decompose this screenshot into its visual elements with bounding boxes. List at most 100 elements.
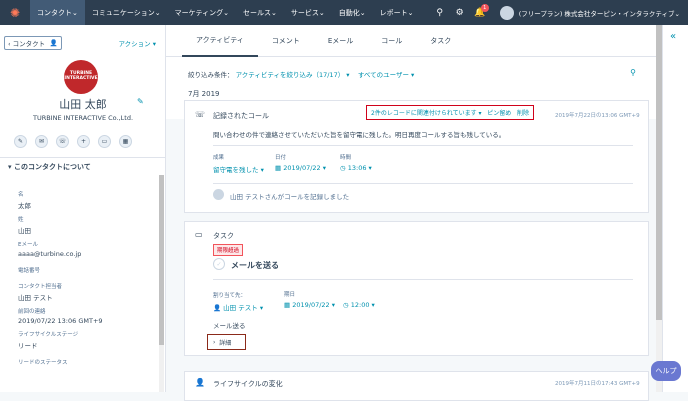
- property-value[interactable]: リード: [18, 340, 158, 350]
- sidebar-scroll-thumb[interactable]: [159, 175, 164, 345]
- property-label: リードのステータス: [18, 360, 68, 366]
- date-label: 日付: [275, 155, 287, 161]
- assignee-label: 割り当て先：: [213, 293, 247, 299]
- quick-actions: ✎ ✉ ☏ + ▭ ▦: [14, 135, 132, 148]
- task-icon: ▭: [195, 230, 203, 239]
- details-toggle[interactable]: › 詳細: [207, 334, 246, 350]
- property-value[interactable]: 山田 テスト: [18, 292, 158, 302]
- property-label: ライフサイクルステージ: [18, 332, 79, 338]
- lifecycle-activity-card: 👤 ライフサイクルの変化 2019年7月11日の17:43 GMT+9: [184, 371, 649, 401]
- contact-sidebar: ‹ コンタクト 👤 アクション ▾ TURBINE INTERACTIVE 山田…: [0, 25, 166, 392]
- contact-properties: 名 太郎 姓 山田 Eメール aaaa@turbine.co.jp 電話番号 コ…: [18, 185, 158, 366]
- overdue-badge: 期限超過: [213, 244, 244, 256]
- avatar: [213, 189, 224, 200]
- lifecycle-timestamp: 2019年7月11日の17:43 GMT+9: [555, 381, 640, 387]
- property-value[interactable]: aaaa@turbine.co.jp: [18, 250, 158, 258]
- divider: [213, 279, 633, 280]
- company-logo: TURBINE INTERACTIVE: [64, 60, 98, 94]
- outcome-dropdown[interactable]: 留守電を残した ▾: [213, 164, 264, 174]
- nav-contacts[interactable]: コンタクト ⌄: [30, 0, 85, 25]
- property-label: コンタクト担当者: [18, 284, 63, 290]
- person-icon: 👤: [49, 39, 58, 47]
- divider: [213, 183, 633, 184]
- plus-icon[interactable]: +: [77, 135, 90, 148]
- call-timestamp: 2019年7月22日の13:06 GMT+9: [555, 113, 640, 119]
- top-navigation: ✺ コンタクト ⌄ コミュニケーション ⌄ マーケティング ⌄ セールス ⌄ サービス ⌄…: [0, 0, 688, 25]
- hubspot-logo-icon[interactable]: ✺: [0, 0, 30, 25]
- assignee-dropdown[interactable]: 👤 山田 テスト ▾: [213, 302, 263, 312]
- due-date-picker[interactable]: ▦ 2019/07/22 ▾: [284, 301, 335, 309]
- account-menu[interactable]: (フリープラン) 株式会社ターピン・インタラクティブ⌄: [519, 8, 688, 18]
- call-title: 記録されたコール: [213, 112, 269, 120]
- sidebar-scrollbar[interactable]: [159, 175, 164, 392]
- call-footer: 山田 テストさんがコールを記録しました: [230, 193, 350, 201]
- gear-icon[interactable]: ⚙: [450, 8, 470, 18]
- property-label: 姓: [18, 217, 24, 223]
- call-body[interactable]: 問い合わせの件で連絡させていただいた旨を留守電に残した。明日再度コールする旨も残…: [213, 129, 505, 139]
- date-picker[interactable]: ▦ 2019/07/22 ▾: [275, 164, 326, 172]
- complete-checkbox[interactable]: ✓: [213, 258, 225, 270]
- associations-dropdown[interactable]: 2件のレコードに関連付けられています ▾: [371, 108, 482, 117]
- activity-tabs: アクティビティ コメント Eメール コール タスク: [166, 25, 656, 57]
- nav-communication[interactable]: コミュニケーション ⌄: [85, 0, 168, 25]
- pin-button[interactable]: ピン留め: [487, 108, 511, 117]
- nav-automation[interactable]: 自動化 ⌄: [332, 0, 373, 25]
- property-label: 名: [18, 192, 24, 198]
- email-icon[interactable]: ✉: [35, 135, 48, 148]
- time-picker[interactable]: ◷ 13:06 ▾: [340, 164, 372, 172]
- time-label: 時間: [340, 155, 352, 161]
- call-activity-card: ☏ 記録されたコール 2件のレコードに関連付けられています ▾ ピン留め 削除 …: [184, 100, 649, 213]
- phone-icon[interactable]: ☏: [56, 135, 69, 148]
- filter-label: 絞り込み条件： アクティビティを絞り込み（17/17） ▾ すべてのユーザー ▾: [188, 71, 415, 79]
- nav-menu: コンタクト ⌄ コミュニケーション ⌄ マーケティング ⌄ セールス ⌄ サービス ⌄ 自…: [30, 0, 420, 25]
- nav-service[interactable]: サービス ⌄: [284, 0, 332, 25]
- person-icon: 👤: [195, 378, 205, 387]
- actions-dropdown[interactable]: アクション ▾: [118, 38, 156, 48]
- help-button[interactable]: ヘルプ: [651, 361, 681, 381]
- user-avatar[interactable]: [499, 5, 514, 20]
- month-heading: 7月 2019: [188, 90, 220, 98]
- lifecycle-title: ライフサイクルの変化: [213, 380, 283, 388]
- nav-reports[interactable]: レポート ⌄: [373, 0, 421, 25]
- back-to-contacts-button[interactable]: ‹ コンタクト 👤: [4, 36, 62, 50]
- right-sidebar-collapsed: «: [662, 25, 688, 392]
- outcome-label: 成果: [213, 155, 225, 161]
- property-label: 前回の連絡: [18, 309, 46, 315]
- tab-activity[interactable]: アクティビティ: [182, 25, 258, 57]
- pencil-icon[interactable]: ✎: [137, 97, 144, 106]
- bell-icon[interactable]: 🔔 1: [470, 3, 490, 18]
- phone-icon: ☏: [195, 110, 206, 119]
- property-value[interactable]: 太郎: [18, 200, 158, 210]
- task-activity-card: ▭ タスク 期限超過 ✓ メールを送る 割り当て先： 👤 山田 テスト ▾ 期日…: [184, 221, 649, 356]
- delete-button[interactable]: 削除: [517, 108, 529, 117]
- task-note[interactable]: メール送る: [213, 320, 246, 330]
- notification-badge: 1: [480, 3, 489, 12]
- task-name[interactable]: メールを送る: [231, 260, 279, 271]
- calendar-icon[interactable]: ▦: [119, 135, 132, 148]
- property-value[interactable]: 2019/07/22 13:06 GMT+9: [18, 317, 158, 325]
- note-icon[interactable]: ✎: [14, 135, 27, 148]
- task-icon[interactable]: ▭: [98, 135, 111, 148]
- about-section-header[interactable]: ▾ このコンタクトについて: [0, 157, 165, 175]
- call-actions-highlight: 2件のレコードに関連付けられています ▾ ピン留め 削除: [366, 105, 535, 120]
- property-value[interactable]: 山田: [18, 225, 158, 235]
- nav-right: ⚲ ⚙ 🔔 1 (フリープラン) 株式会社ターピン・インタラクティブ⌄: [430, 0, 688, 25]
- company-name: TURBINE INTERACTIVE Co.,Ltd.: [32, 114, 134, 122]
- task-title: タスク: [213, 232, 234, 240]
- property-label: Eメール: [18, 242, 38, 248]
- expand-sidebar-icon[interactable]: «: [670, 31, 676, 42]
- due-label: 期日: [284, 292, 296, 298]
- back-label: ‹ コンタクト: [8, 40, 46, 48]
- tab-email[interactable]: Eメール: [314, 25, 367, 57]
- divider: [213, 145, 633, 146]
- users-filter-dropdown[interactable]: すべてのユーザー ▾: [358, 71, 415, 79]
- tab-calls[interactable]: コール: [367, 25, 416, 57]
- tab-comments[interactable]: コメント: [258, 25, 314, 57]
- due-time-picker[interactable]: ◷ 12:00 ▾: [343, 301, 375, 309]
- activity-filter-dropdown[interactable]: アクティビティを絞り込み（17/17） ▾: [236, 71, 350, 79]
- search-icon[interactable]: ⚲: [630, 68, 636, 77]
- nav-sales[interactable]: セールス ⌄: [236, 0, 284, 25]
- search-icon[interactable]: ⚲: [430, 8, 450, 18]
- nav-marketing[interactable]: マーケティング ⌄: [168, 0, 236, 25]
- tab-tasks[interactable]: タスク: [416, 25, 465, 57]
